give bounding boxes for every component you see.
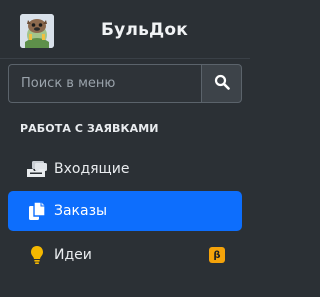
bulldog-logo-icon	[20, 14, 54, 48]
brand-divider	[0, 58, 250, 59]
sidebar-item-inbox[interactable]: Входящие	[8, 149, 242, 189]
documents-icon	[25, 201, 49, 221]
menu-search	[8, 64, 242, 103]
search-icon	[214, 74, 230, 94]
sidebar-item-label: Заказы	[54, 203, 108, 219]
section-heading: РАБОТА С ЗАЯВКАМИ	[20, 122, 159, 135]
sidebar-item-ideas[interactable]: Идеи β	[8, 235, 242, 275]
sidebar-item-label: Входящие	[54, 161, 130, 177]
search-button[interactable]	[201, 64, 242, 103]
search-input[interactable]	[8, 64, 201, 103]
brand-name: БульДок	[101, 20, 188, 40]
sidebar-item-orders[interactable]: Заказы	[8, 191, 242, 231]
inbox-stack-icon	[25, 159, 49, 179]
sidebar-item-label: Идеи	[54, 247, 92, 263]
beta-badge: β	[209, 247, 225, 263]
sidebar-brand[interactable]: БульДок	[0, 0, 250, 60]
lightbulb-icon	[25, 245, 49, 265]
